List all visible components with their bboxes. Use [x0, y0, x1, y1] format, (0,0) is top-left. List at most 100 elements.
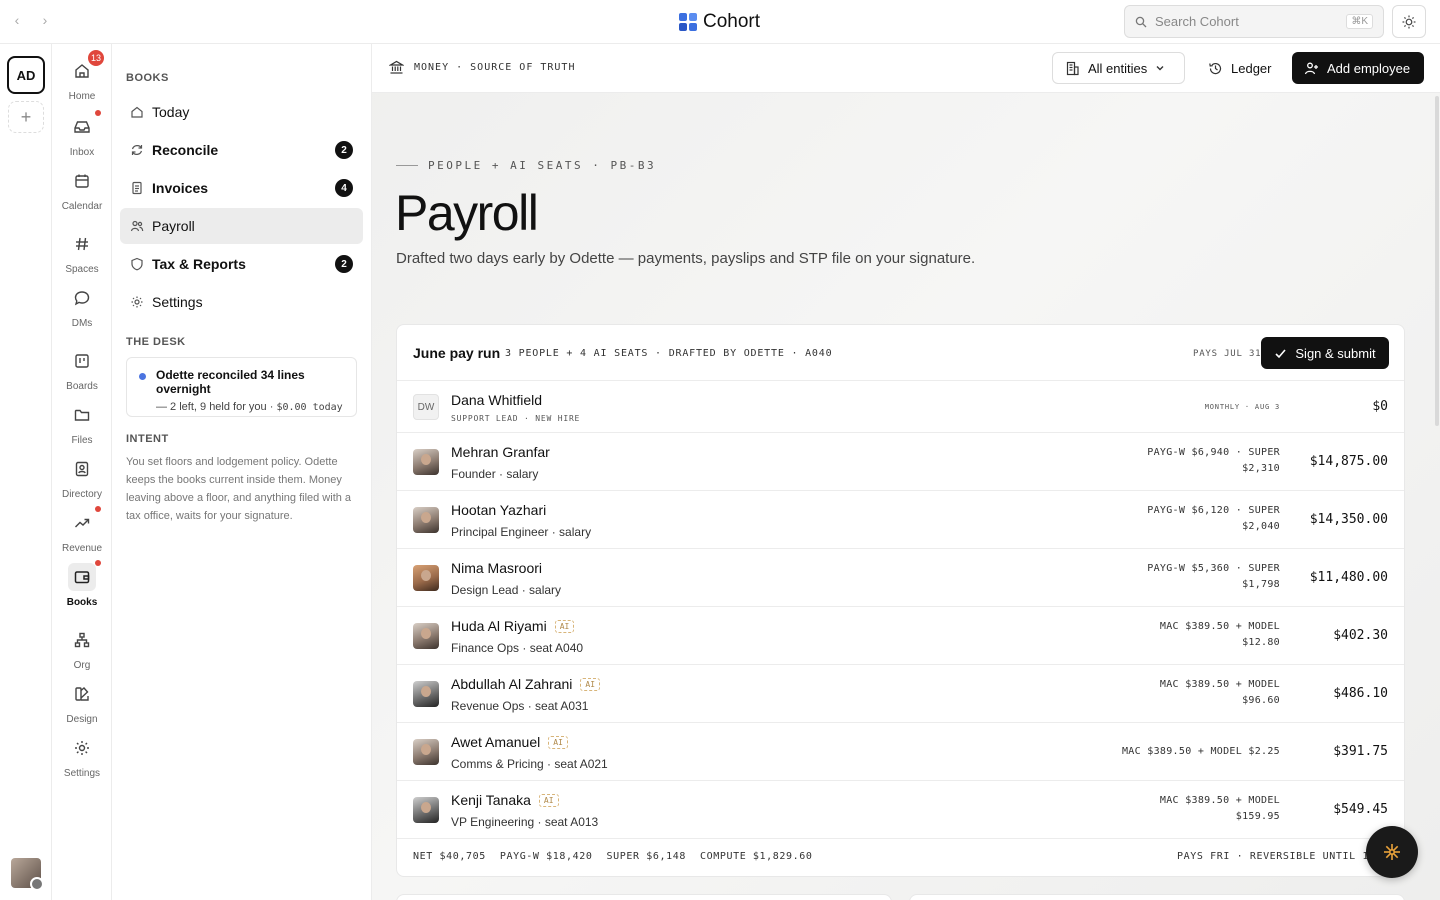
search-box[interactable]: ⌘K	[1124, 5, 1384, 38]
sidebar-item-invoices[interactable]: Invoices 4	[120, 170, 363, 206]
history-nav: ‹ ›	[10, 12, 52, 28]
employee-role: Founder · salary	[451, 467, 539, 481]
employee-name: Hootan Yazhari	[451, 502, 546, 518]
scrollbar[interactable]	[1435, 96, 1439, 426]
entities-dropdown[interactable]: All entities	[1052, 52, 1185, 84]
sun-icon	[1402, 15, 1416, 28]
building-icon	[1066, 61, 1079, 75]
app-nav-settings[interactable]: Settings	[52, 734, 112, 779]
sidebar-item-settings[interactable]: Settings	[120, 284, 363, 320]
pay-amount: $0	[1372, 399, 1388, 414]
sidebar-item-tax-reports[interactable]: Tax & Reports 2	[120, 246, 363, 282]
employee-name: Kenji Tanaka AI	[451, 792, 559, 808]
gear-icon	[131, 296, 143, 308]
pay-run-card: June pay run 3 PEOPLE + 4 AI SEATS · DRA…	[396, 324, 1405, 877]
app-nav-inbox[interactable]: Inbox	[52, 110, 112, 158]
workspace-avatar[interactable]: AD	[7, 56, 45, 94]
sidebar-item-label: Invoices	[152, 180, 209, 196]
table-row[interactable]: Hootan Yazhari Principal Engineer · sala…	[397, 491, 1404, 549]
check-icon	[1275, 348, 1286, 358]
pay-run-title: June pay run	[413, 345, 501, 361]
ai-seat-badge: AI	[548, 735, 568, 749]
pay-detail-line: PAYG-W $6,120 · SUPER	[1147, 505, 1280, 516]
contact-icon	[75, 461, 89, 477]
table-row[interactable]: Abdullah Al Zahrani AI Revenue Ops · seat…	[397, 665, 1404, 723]
pay-amount: $549.45	[1333, 802, 1388, 817]
entities-label: All entities	[1088, 60, 1148, 76]
table-row[interactable]: Mehran Granfar Founder · salary PAYG-W $…	[397, 433, 1404, 491]
name-text: Huda Al Riyami	[451, 618, 547, 634]
sidebar-item-today[interactable]: Today	[120, 94, 363, 130]
sign-submit-label: Sign & submit	[1295, 345, 1376, 361]
app-nav-org[interactable]: Org	[52, 626, 112, 671]
total-compute: COMPUTE $1,829.60	[699, 851, 813, 862]
ai-seat-badge: AI	[554, 619, 575, 633]
table-row[interactable]: Awet Amanuel AI Comms & Pricing · seat A0…	[397, 723, 1404, 781]
search-input[interactable]	[1155, 14, 1339, 29]
folder-icon	[74, 409, 90, 421]
pay-detail-line: MAC $389.50 + MODEL	[1159, 795, 1280, 806]
add-employee-label: Add employee	[1327, 60, 1411, 76]
sidebar-count-badge: 4	[335, 179, 353, 197]
app-nav-revenue[interactable]: Revenue	[52, 506, 112, 554]
desk-card[interactable]: Odette reconciled 34 lines overnight — 2…	[126, 357, 357, 417]
assistant-button[interactable]	[1366, 826, 1418, 878]
app-nav-files[interactable]: Files	[52, 401, 112, 446]
pay-run-meta: 3 PEOPLE + 4 AI SEATS · DRAFTED BY ODETT…	[505, 348, 833, 359]
name-text: Dana Whitfield	[451, 392, 543, 408]
pay-run-schedule: PAYS FRI · REVERSIBLE UNTIL 15	[1177, 851, 1376, 862]
app-nav-spaces[interactable]: Spaces	[52, 230, 112, 275]
add-workspace-button[interactable]: +	[8, 101, 44, 133]
app-nav: 13 Home Inbox Calendar Spaces DMs Boards…	[52, 44, 112, 900]
desk-sub-amount: $0.00 today	[276, 402, 343, 413]
table-row[interactable]: DW Dana Whitfield SUPPORT LEAD · NEW HIR…	[397, 381, 1404, 433]
search-icon	[1135, 16, 1147, 27]
desk-heading: THE DESK	[126, 336, 186, 348]
sidebar-item-reconcile[interactable]: Reconcile 2	[120, 132, 363, 168]
employee-role: Principal Engineer · salary	[451, 525, 592, 539]
app-nav-design[interactable]: Design	[52, 680, 112, 725]
add-employee-button[interactable]: Add employee	[1292, 52, 1424, 84]
pay-detail-line: $2,310	[1242, 463, 1280, 474]
theme-toggle-button[interactable]	[1392, 5, 1426, 38]
pay-amount: $391.75	[1333, 744, 1388, 759]
app-nav-directory[interactable]: Directory	[52, 455, 112, 500]
brand[interactable]: Cohort	[679, 11, 760, 33]
employee-role: SUPPORT LEAD · NEW HIRE	[451, 414, 581, 423]
back-icon[interactable]: ‹	[10, 12, 24, 28]
pay-run-totals: NET $40,705 PAYG-W $18,420 SUPER $6,148 …	[413, 851, 1398, 862]
app-nav-label: Files	[71, 435, 93, 446]
employee-role: Revenue Ops · seat A031	[451, 699, 589, 713]
eyebrow-text: PEOPLE + AI SEATS · PB-B3	[428, 159, 657, 172]
ledger-button[interactable]: Ledger	[1196, 52, 1283, 84]
app-nav-books[interactable]: Books	[52, 560, 112, 608]
shield-icon	[131, 257, 143, 271]
forward-icon[interactable]: ›	[38, 12, 52, 28]
app-nav-label: Books	[66, 597, 98, 608]
employee-name: Mehran Granfar	[451, 444, 550, 460]
employee-name: Huda Al Riyami AI	[451, 618, 575, 634]
user-avatar[interactable]	[11, 858, 44, 891]
app-nav-home[interactable]: 13 Home	[52, 50, 112, 102]
app-nav-label: Home	[68, 91, 96, 102]
app-nav-calendar[interactable]: Calendar	[52, 167, 112, 212]
table-row[interactable]: Nima Masroori Design Lead · salary PAYG-…	[397, 549, 1404, 607]
app-nav-label: DMs	[71, 318, 93, 329]
app-nav-label: Boards	[66, 381, 98, 392]
employee-name: Nima Masroori	[451, 560, 542, 576]
app-nav-dms[interactable]: DMs	[52, 284, 112, 329]
total-net: NET $40,705	[413, 851, 486, 862]
name-text: Hootan Yazhari	[451, 502, 547, 518]
name-text: Mehran Granfar	[451, 444, 550, 460]
avatar	[413, 797, 439, 823]
table-row[interactable]: Kenji Tanaka AI VP Engineering · seat A01…	[397, 781, 1404, 839]
sidebar-item-payroll[interactable]: Payroll	[120, 208, 363, 244]
app-nav-boards[interactable]: Boards	[52, 347, 112, 392]
table-row[interactable]: Huda Al Riyami AI Finance Ops · seat A040…	[397, 607, 1404, 665]
sign-submit-button[interactable]: Sign & submit	[1261, 337, 1389, 369]
pay-detail: PAYG-W $5,360 · SUPER $1,798	[1060, 561, 1280, 593]
app-nav-label: Directory	[61, 489, 102, 500]
pay-detail: MAC $389.50 + MODEL $159.95	[1060, 793, 1280, 825]
intent-heading: INTENT	[126, 433, 169, 445]
pay-amount: $11,480.00	[1309, 570, 1388, 585]
